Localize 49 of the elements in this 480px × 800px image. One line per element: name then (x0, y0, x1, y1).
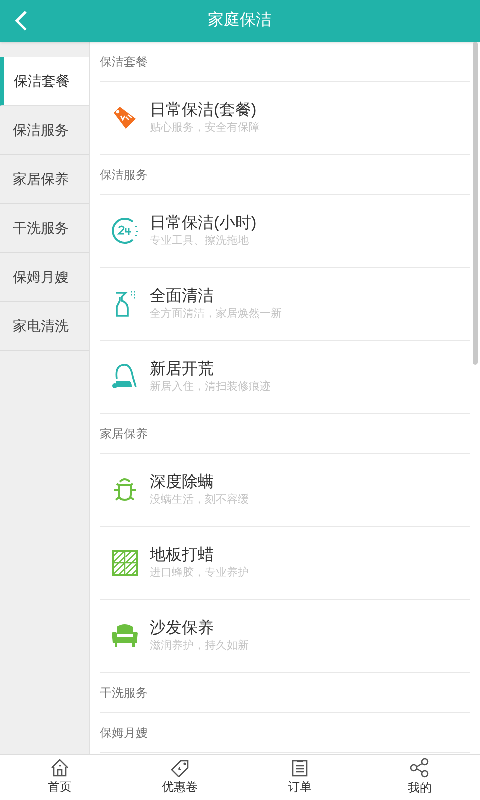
tab-button[interactable]: 优惠卷 (120, 755, 240, 800)
sidebar-item[interactable]: 保姆月嫂 (0, 253, 89, 302)
service-item[interactable]: 沙发保养 滋润养护，持久如新 (100, 600, 470, 673)
sidebar-item[interactable]: 保洁套餐 (0, 57, 89, 106)
service-name: 新居开荒 (150, 360, 215, 380)
service-description: 专业工具、擦洗拖地 (150, 234, 250, 248)
vacuum-cleaner-icon (111, 363, 139, 391)
service-name: 深度除螨 (150, 473, 215, 493)
sidebar-item[interactable]: 保洁服务 (0, 106, 89, 155)
service-name: 沙发保养 (150, 619, 215, 639)
service-description: 贴心服务，安全有保障 (150, 121, 260, 135)
page-title: 家庭保洁 (208, 10, 272, 31)
section-title: 保姆月嫂 (100, 724, 148, 742)
service-description: 滋润养护，持久如新 (150, 639, 249, 653)
service-description: 没螨生活，刻不容缓 (150, 493, 249, 507)
back-icon (14, 10, 28, 32)
section-title: 家居保养 (100, 426, 148, 442)
sidebar-item[interactable]: 家电清洗 (0, 302, 89, 351)
service-item[interactable]: 日常保洁(套餐) 贴心服务，安全有保障 (100, 82, 470, 155)
floor-tiles-icon (112, 550, 138, 576)
service-description: 进口蜂胶，专业养护 (150, 566, 249, 580)
scrollbar[interactable] (473, 42, 478, 365)
clock-icon (111, 217, 139, 245)
sidebar-item[interactable]: 家居保养 (0, 155, 89, 204)
service-description: 新居入住，清扫装修痕迹 (150, 380, 271, 394)
section-title: 保洁服务 (100, 166, 148, 184)
service-item[interactable]: 日常保洁(小时) 专业工具、擦洗拖地 (100, 195, 470, 268)
tab-button[interactable]: 订单 (240, 755, 360, 800)
bug-icon (112, 476, 138, 504)
section-title: 干洗服务 (100, 684, 148, 702)
tab-button[interactable]: 首页 (0, 755, 120, 800)
service-name: 地板打蜡 (150, 546, 215, 566)
service-item[interactable]: 深度除螨 没螨生活，刻不容缓 (100, 454, 470, 527)
service-item[interactable]: 地板打蜡 进口蜂胶，专业养护 (100, 527, 470, 600)
section-title: 保洁套餐 (100, 54, 148, 70)
service-item[interactable]: 新居开荒 新居入住，清扫装修痕迹 (100, 341, 470, 414)
share-icon (410, 758, 430, 778)
service-name: 日常保洁(小时) (150, 214, 257, 234)
home-icon (50, 759, 70, 777)
tag-icon (170, 759, 190, 777)
service-name: 日常保洁(套餐) (150, 101, 258, 121)
tab-button[interactable]: 我的 (360, 755, 480, 800)
service-item[interactable]: 全面清洁 全方面清洁，家居焕然一新 (100, 268, 470, 341)
clipboard-icon (291, 759, 309, 777)
service-description: 全方面清洁，家居焕然一新 (150, 307, 282, 321)
service-name: 全面清洁 (150, 287, 215, 307)
tag-icon (112, 105, 138, 131)
sidebar-item[interactable]: 干洗服务 (0, 204, 89, 253)
sofa-icon (111, 623, 139, 649)
